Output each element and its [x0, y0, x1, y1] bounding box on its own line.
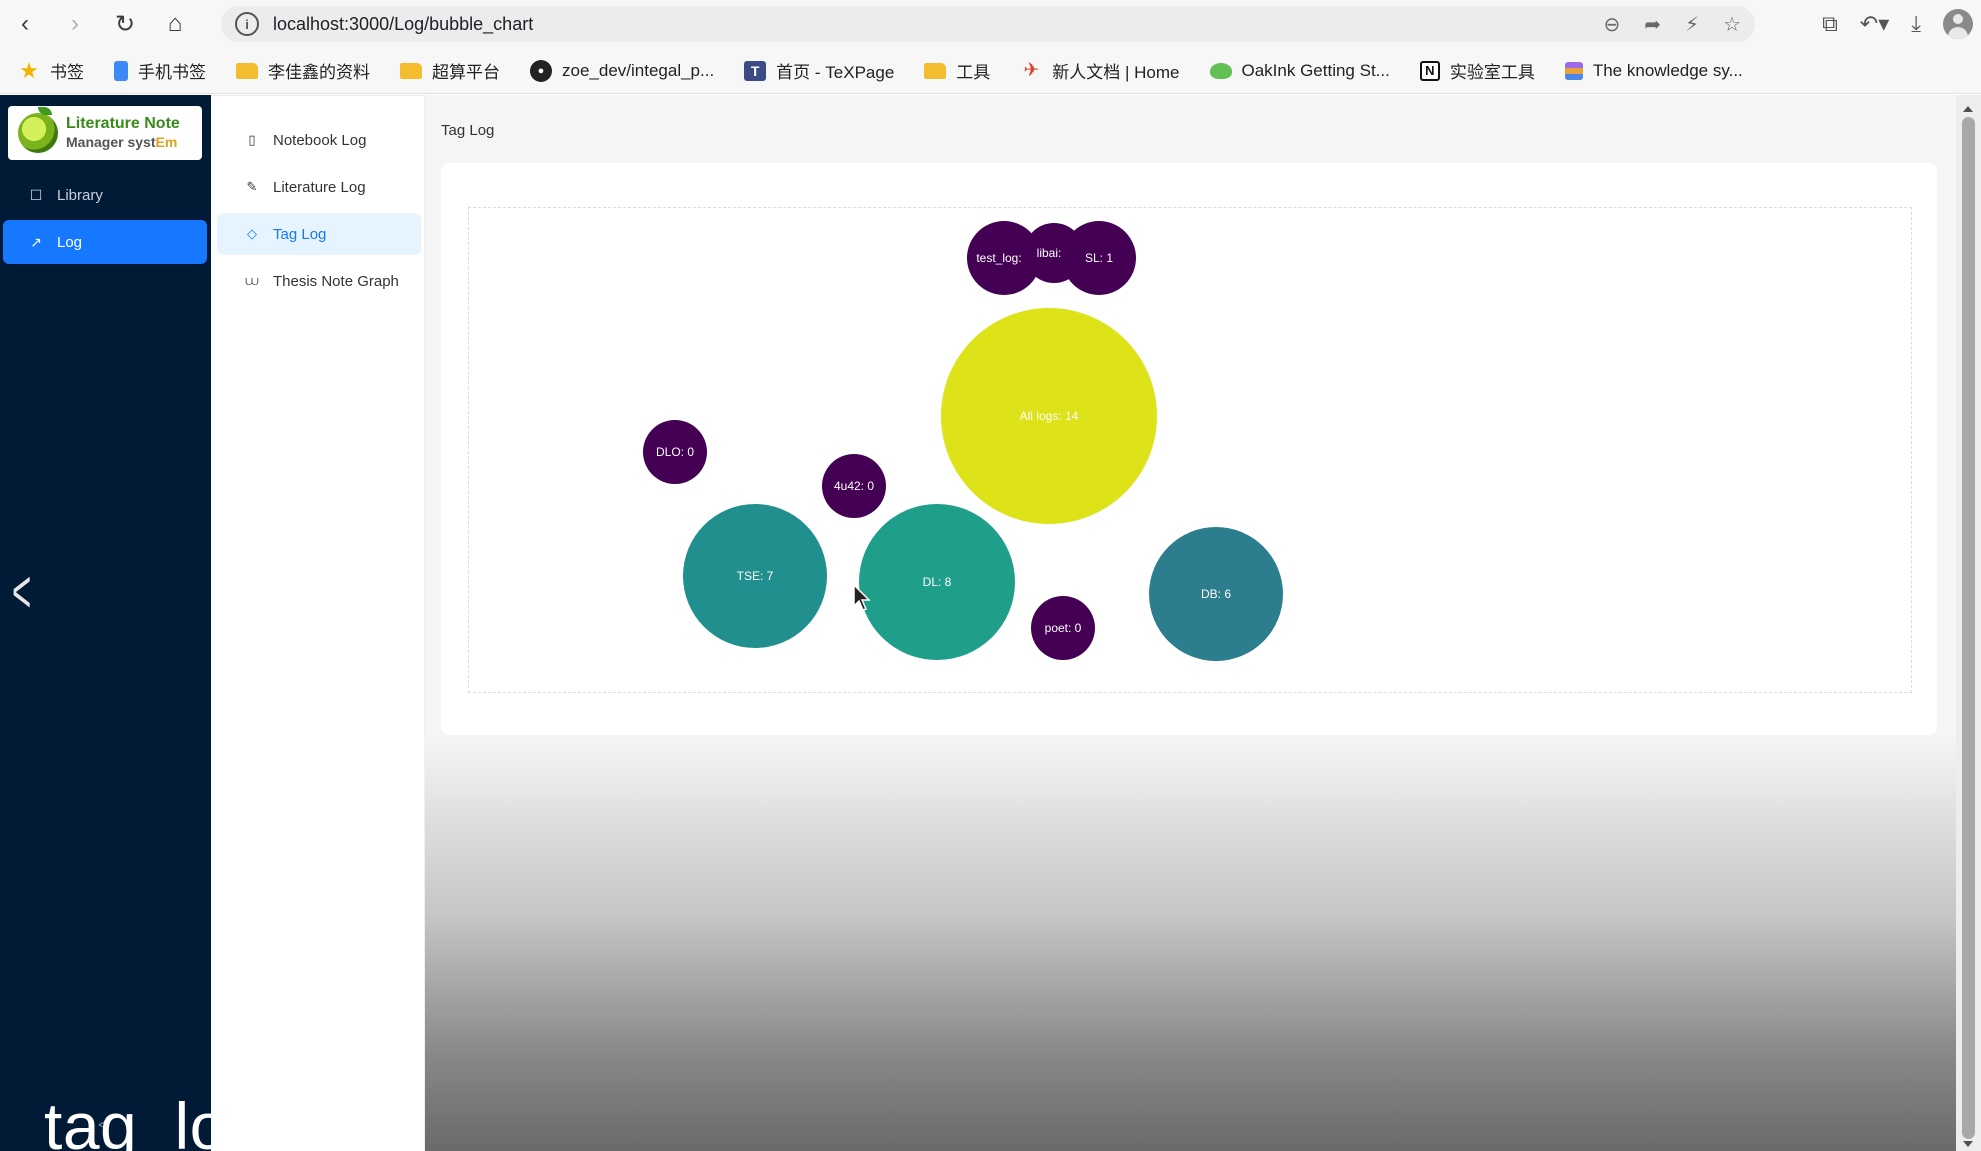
rocket-icon: ✈: [1023, 60, 1040, 81]
menu-item-log[interactable]: ↗ Log: [3, 220, 207, 264]
prev-slide-arrow-icon[interactable]: <: [12, 562, 31, 622]
tag-icon: ◇: [247, 226, 257, 241]
notion-icon: N: [1419, 60, 1440, 81]
app-logo[interactable]: Literature Note Manager systEm: [8, 106, 202, 160]
address-bar[interactable]: i localhost:3000/Log/bubble_chart ⊖ ➦ ⚡ …: [221, 6, 1755, 42]
star-icon: ★: [19, 57, 39, 83]
bubble-label: All logs: 14: [1020, 409, 1079, 423]
bubble-label: DL: 8: [923, 575, 952, 589]
download-icon[interactable]: ⤓: [1911, 11, 1921, 37]
bookmark-item[interactable]: T 首页 - TeXPage: [744, 58, 894, 83]
scroll-down-icon[interactable]: [1963, 1141, 1973, 1147]
lightning-icon[interactable]: ⚡: [1685, 12, 1699, 37]
reload-icon[interactable]: ↻: [100, 0, 150, 48]
scroll-up-icon[interactable]: [1963, 106, 1973, 112]
mouse-cursor-icon: [853, 584, 871, 611]
bubble-chart: test_log: 1 libai: 0 SL: 1All logs: 14DLO:…: [643, 221, 1283, 661]
address-bar-icons: ⊖ ➦ ⚡ ☆: [1603, 6, 1741, 42]
submenu-item-tag-log[interactable]: ◇ Tag Log: [217, 213, 421, 255]
github-icon: ●: [530, 59, 552, 82]
file-icon: ☐: [29, 186, 43, 203]
extensions-icon[interactable]: ⧉: [1822, 11, 1838, 37]
bookmarks-bar: ★ 书签 手机书签 李佳鑫的资料 超算平台 ● zoe_dev/integal_p.…: [0, 48, 1981, 94]
bubble-sl[interactable]: SL: 1: [1062, 221, 1136, 295]
books-icon: [1564, 61, 1583, 80]
bookmark-item[interactable]: ★ 书签: [18, 58, 84, 83]
bookmark-item[interactable]: OakInk Getting St...: [1209, 61, 1390, 81]
bubble-db[interactable]: DB: 6: [1149, 527, 1283, 661]
bubble-dl[interactable]: DL: 8: [859, 504, 1015, 660]
undo-dropdown-icon[interactable]: ↶▾: [1860, 11, 1889, 37]
bubble-poet[interactable]: poet: 0: [1031, 596, 1095, 660]
bookmark-item[interactable]: N 实验室工具: [1419, 58, 1535, 83]
submenu-item-notebook-log[interactable]: ▯ Notebook Log: [217, 119, 421, 161]
log-submenu: ▯ Notebook Log ✎ Literature Log ◇ Tag Lo…: [211, 95, 425, 1151]
content-area: Tag Log test_log: 1 libai: 0 SL: 1 All logs…: [425, 95, 1956, 1151]
bookmark-item[interactable]: ✈ 新人文档 | Home: [1020, 58, 1179, 83]
edit-icon: ✎: [246, 179, 258, 194]
bubble-tse[interactable]: TSE: 7: [683, 504, 827, 648]
graph-icon: ⩊: [245, 273, 259, 288]
logo-text: Literature Note Manager systEm: [66, 115, 180, 150]
folder-icon: [924, 62, 947, 79]
home-icon[interactable]: ⌂: [150, 0, 200, 48]
lime-logo-icon: [18, 107, 58, 153]
share-icon[interactable]: ➦: [1644, 12, 1661, 37]
url-text[interactable]: localhost:3000/Log/bubble_chart: [273, 14, 533, 35]
browser-actions: ⧉ ↶▾ ⤓: [1822, 0, 1973, 48]
bubble-label: test_log: 1: [976, 251, 1032, 265]
chart-card: test_log: 1 libai: 0 SL: 1 All logs: 14 DLO:…: [441, 163, 1937, 735]
page-title: Tag Log: [441, 122, 495, 139]
forward-arrow-icon[interactable]: ›: [50, 0, 100, 48]
scroll-thumb[interactable]: [1962, 117, 1975, 1139]
bookmark-item[interactable]: 工具: [924, 58, 990, 83]
bubble-label: 4u42: 0: [834, 479, 874, 493]
notebook-icon: ▯: [248, 132, 256, 147]
bubble-label: SL: 1: [1085, 251, 1113, 265]
phone-icon: [114, 60, 128, 81]
bookmark-star-icon[interactable]: ☆: [1723, 12, 1741, 37]
zoom-icon[interactable]: ⊖: [1603, 12, 1620, 37]
submenu-item-thesis-note-graph[interactable]: ⩊ Thesis Note Graph: [217, 260, 421, 302]
menu-item-library[interactable]: ☐ Library: [3, 173, 207, 217]
site-info-icon[interactable]: i: [235, 12, 259, 36]
bubble-all-logs[interactable]: All logs: 14: [941, 308, 1157, 524]
profile-avatar-icon[interactable]: [1943, 9, 1973, 39]
app-sidebar: Literature Note Manager systEm ☐ Library…: [0, 95, 264, 1151]
folder-icon: [236, 62, 258, 79]
browser-toolbar: ‹ › ↻ ⌂ i localhost:3000/Log/bubble_char…: [0, 0, 1981, 48]
bubble-label: DLO: 0: [656, 445, 694, 459]
frog-icon: [1209, 62, 1232, 79]
bubble-4u42[interactable]: 4u42: 0: [822, 454, 886, 518]
bookmark-item[interactable]: 李佳鑫的资料: [236, 58, 370, 83]
folder-icon: [400, 62, 422, 79]
bubble-label: poet: 0: [1045, 621, 1082, 635]
bubble-label: DB: 6: [1201, 587, 1231, 601]
bookmark-item[interactable]: 手机书签: [114, 58, 206, 83]
bookmark-item[interactable]: The knowledge sy...: [1564, 61, 1743, 81]
bubble-label: TSE: 7: [737, 569, 774, 583]
screen: ‹ › ↻ ⌂ i localhost:3000/Log/bubble_char…: [0, 0, 1981, 1151]
back-arrow-icon[interactable]: ‹: [0, 0, 50, 48]
line-chart-icon: ↗: [30, 233, 42, 250]
vertical-scrollbar[interactable]: [1956, 95, 1981, 1151]
bubble-chart-container: test_log: 1 libai: 0 SL: 1 All logs: 14 DLO:…: [468, 207, 1912, 693]
submenu-item-literature-log[interactable]: ✎ Literature Log: [217, 166, 421, 208]
texpage-icon: T: [744, 60, 767, 81]
bookmark-item[interactable]: ● zoe_dev/integal_p...: [530, 59, 714, 82]
bubble-dlo[interactable]: DLO: 0: [643, 420, 707, 484]
bookmark-item[interactable]: 超算平台: [400, 58, 500, 83]
